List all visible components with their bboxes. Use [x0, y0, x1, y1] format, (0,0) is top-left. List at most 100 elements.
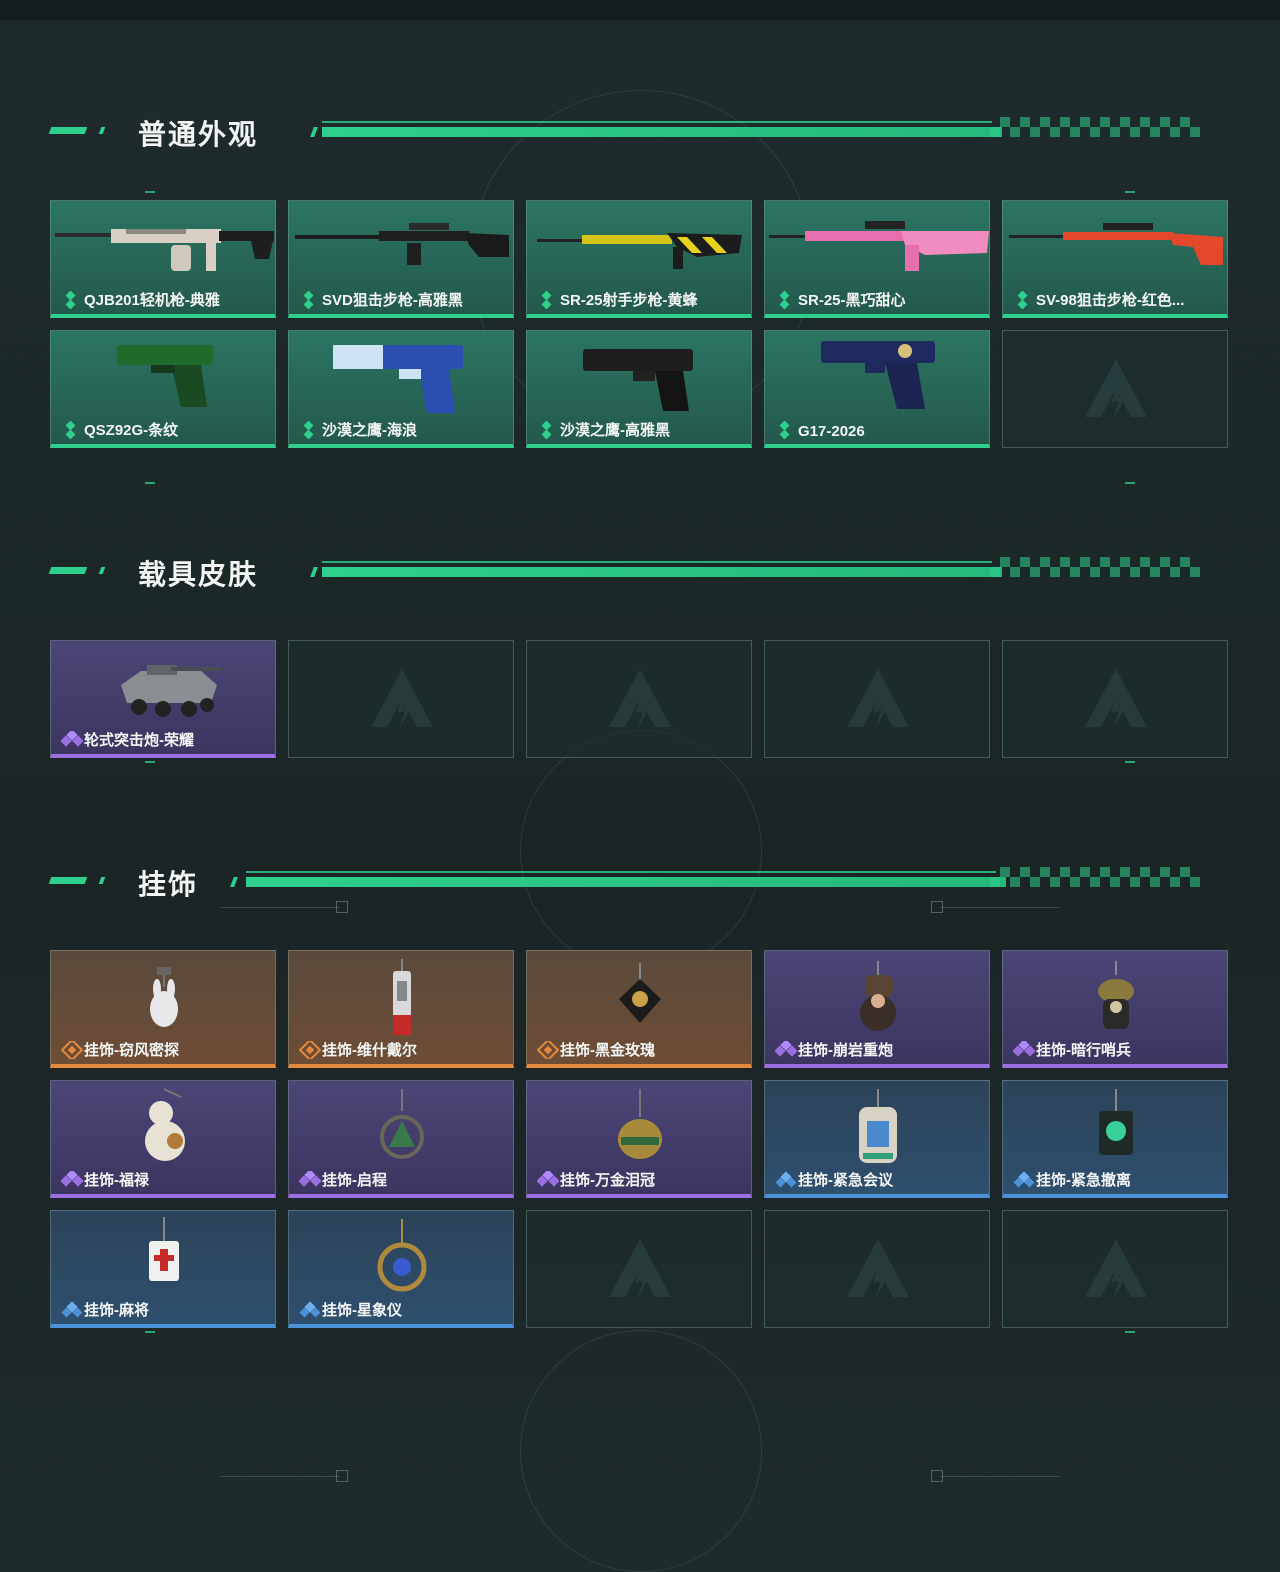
rarity-green-icon — [1017, 291, 1028, 309]
rarity-purple-icon — [61, 1171, 83, 1187]
header-accent-bar — [98, 877, 106, 884]
charm-card[interactable]: 挂饰-福禄 — [50, 1080, 276, 1198]
logo-watermark-icon — [609, 669, 671, 729]
pistol-icon — [821, 341, 935, 409]
gourd-charm-icon — [145, 1088, 185, 1161]
charm-card[interactable]: 挂饰-暗行哨兵 — [1002, 950, 1228, 1068]
empty-slot — [764, 1210, 990, 1328]
rarity-green-icon — [65, 291, 76, 309]
header-line — [322, 561, 992, 563]
marksman-rifle-icon — [769, 221, 989, 271]
rarity-green-icon — [541, 421, 552, 439]
card-label: QSZ92G-条纹 — [84, 422, 179, 439]
rarity-orange-icon — [61, 1041, 83, 1059]
logo-watermark-icon — [371, 669, 433, 729]
rarity-purple-icon — [537, 1171, 559, 1187]
skin-card[interactable]: SR-25-黑巧甜心 — [764, 200, 990, 318]
pistol-icon — [583, 349, 693, 411]
charm-card[interactable]: 挂饰-星象仪 — [288, 1210, 514, 1328]
charm-card[interactable]: 挂饰-崩岩重炮 — [764, 950, 990, 1068]
sentry-charm-icon — [1098, 961, 1134, 1029]
card-label: SR-25-黑巧甜心 — [798, 292, 906, 309]
skin-card[interactable]: 沙漠之鹰-高雅黑 — [526, 330, 752, 448]
empty-slot — [764, 640, 990, 758]
sniper-rifle-icon — [295, 223, 509, 265]
card-label: 挂饰-启程 — [322, 1172, 387, 1189]
logo-watermark-icon — [1085, 359, 1147, 419]
rarity-orange-icon — [537, 1041, 559, 1059]
logo-watermark-icon — [609, 1239, 671, 1299]
vehicle-skin-card[interactable]: 轮式突击炮-荣耀 — [50, 640, 276, 758]
rarity-purple-icon — [61, 731, 83, 747]
header-accent-bar — [48, 127, 88, 134]
empty-slot — [288, 640, 514, 758]
tag-charm-icon — [393, 959, 411, 1035]
header-accent-bar — [230, 877, 238, 887]
skin-card[interactable]: QJB201轻机枪-典雅 — [50, 200, 276, 318]
rarity-purple-icon — [1013, 1041, 1035, 1057]
charm-card[interactable]: 挂饰-麻将 — [50, 1210, 276, 1328]
empty-slot — [1002, 330, 1228, 448]
rarity-blue-icon — [1013, 1171, 1035, 1188]
bg-line — [220, 1476, 340, 1477]
rarity-green-icon — [303, 421, 314, 439]
skin-card[interactable]: G17-2026 — [764, 330, 990, 448]
bg-square — [336, 901, 348, 913]
card-label: G17-2026 — [798, 423, 865, 440]
bg-line — [220, 907, 340, 908]
card-label: 轮式突击炮-荣耀 — [84, 732, 194, 749]
rarity-purple-icon — [775, 1041, 797, 1057]
marksman-rifle-icon — [537, 233, 742, 269]
charm-card[interactable]: 挂饰-启程 — [288, 1080, 514, 1198]
logo-watermark-icon — [1085, 669, 1147, 729]
crown-charm-icon — [618, 1089, 662, 1159]
empty-slot — [1002, 1210, 1228, 1328]
corner-tick — [145, 482, 155, 484]
armored-vehicle-icon — [121, 665, 221, 717]
logo-watermark-icon — [1085, 1239, 1147, 1299]
rabbit-charm-icon — [150, 967, 178, 1027]
charm-card[interactable]: 挂饰-窃风密探 — [50, 950, 276, 1068]
card-label: 挂饰-崩岩重炮 — [798, 1042, 893, 1059]
rarity-green-icon — [779, 291, 790, 309]
header-line — [246, 871, 996, 873]
rarity-green-icon — [779, 421, 790, 439]
skin-card[interactable]: QSZ92G-条纹 — [50, 330, 276, 448]
card-label: 沙漠之鹰-高雅黑 — [560, 422, 670, 439]
skin-card[interactable]: 沙漠之鹰-海浪 — [288, 330, 514, 448]
charm-card[interactable]: 挂饰-黑金玫瑰 — [526, 950, 752, 1068]
sniper-rifle-icon — [1009, 223, 1223, 265]
corner-tick — [1125, 761, 1135, 763]
logo-watermark-icon — [847, 669, 909, 729]
skull-charm-icon — [1099, 1089, 1133, 1155]
rose-charm-icon — [619, 963, 661, 1023]
card-label: 挂饰-紧急撤离 — [1036, 1172, 1131, 1189]
section-header-charms: 挂饰 — [48, 867, 1200, 900]
header-checker-pattern — [990, 117, 1200, 137]
bg-line — [940, 907, 1060, 908]
card-label: SV-98狙击步枪-红色... — [1036, 292, 1185, 309]
skin-card[interactable]: SV-98狙击步枪-红色... — [1002, 200, 1228, 318]
section-title: 挂饰 — [138, 869, 199, 900]
card-label: 挂饰-黑金玫瑰 — [560, 1042, 655, 1059]
logo-watermark-icon — [847, 1239, 909, 1299]
rarity-green-icon — [303, 291, 314, 309]
charm-card[interactable]: 挂饰-万金泪冠 — [526, 1080, 752, 1198]
card-label: 挂饰-紧急会议 — [798, 1172, 893, 1189]
empty-slot — [526, 1210, 752, 1328]
header-line — [322, 567, 1002, 577]
skin-card[interactable]: SR-25射手步枪-黄蜂 — [526, 200, 752, 318]
bg-square — [931, 1470, 943, 1482]
rarity-blue-icon — [299, 1301, 321, 1318]
section-title: 载具皮肤 — [138, 559, 259, 590]
skin-card[interactable]: SVD狙击步枪-高雅黑 — [288, 200, 514, 318]
charm-card[interactable]: 挂饰-维什戴尔 — [288, 950, 514, 1068]
charm-card[interactable]: 挂饰-紧急会议 — [764, 1080, 990, 1198]
bg-square — [931, 901, 943, 913]
corner-tick — [145, 191, 155, 193]
section-header-normal-skins: 普通外观 — [48, 117, 1200, 150]
corner-tick — [145, 761, 155, 763]
corner-tick — [145, 1331, 155, 1333]
charm-card[interactable]: 挂饰-紧急撤离 — [1002, 1080, 1228, 1198]
card-label: 挂饰-维什戴尔 — [322, 1042, 417, 1059]
